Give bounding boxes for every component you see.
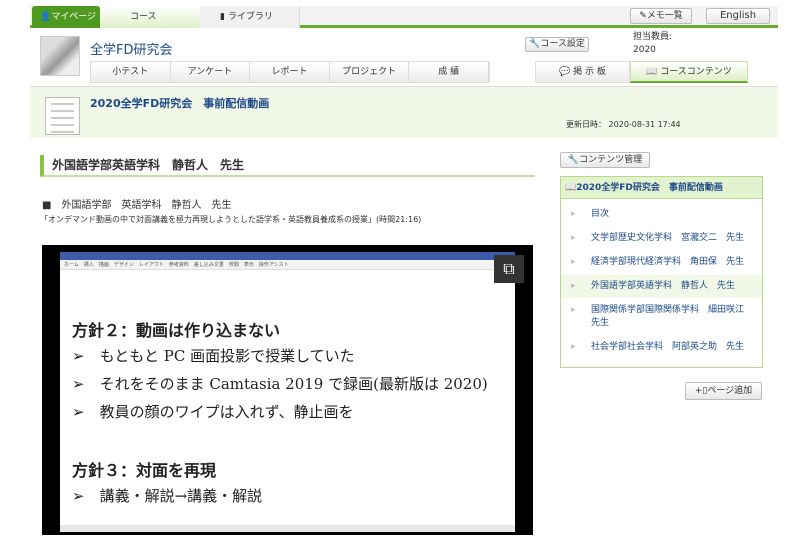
course-header: 全学FD研究会 🔧コース設定 担当教員: 2020 小テスト アンケート レポート… bbox=[30, 31, 778, 86]
updated-time: 更新日時： 2020-08-31 17:44 bbox=[566, 119, 681, 130]
video-frame: ホーム 挿入 描画 デザイン レイアウト 参考資料 差し込み文書 校閲 表示 操… bbox=[60, 252, 515, 532]
slide-line: ➢ もともと PC 画面投影で授業していた bbox=[72, 347, 355, 365]
course-settings-button[interactable]: 🔧コース設定 bbox=[525, 37, 589, 52]
memo-label: メモ一覧 bbox=[646, 11, 683, 21]
updated-value: 2020-08-31 17:44 bbox=[608, 120, 681, 129]
person-icon: 👤 bbox=[40, 12, 52, 22]
slide-line: ➢ 教員の顔のワイプは入れず、静止画を bbox=[72, 403, 354, 421]
tab-label: ライブラリ bbox=[227, 12, 273, 22]
sidebar-item[interactable]: 目次 bbox=[561, 203, 762, 226]
contents-label: コースコンテンツ bbox=[660, 67, 732, 77]
updated-label: 更新日時： bbox=[566, 120, 606, 129]
open-book-icon: 📖 bbox=[646, 67, 661, 77]
settings-label: コース設定 bbox=[540, 39, 585, 49]
nav-grades[interactable]: 成 績 bbox=[409, 62, 489, 82]
board-tab[interactable]: 💬 掲 示 板 bbox=[535, 61, 630, 83]
sidebar-item[interactable]: 国際関係学部国際関係学科 細田咲江 先生 bbox=[561, 299, 762, 335]
slide-line: 方針２：動画は作り込まない bbox=[72, 321, 281, 340]
chat-icon: 💬 bbox=[559, 67, 574, 77]
slide-line: ➢ それをそのまま Camtasia 2019 で録画(最新版は 2020) bbox=[72, 375, 488, 393]
tab-label: コース bbox=[130, 12, 157, 22]
sidebar-item-active[interactable]: 外国語学部英語学科 静哲人 先生 bbox=[561, 275, 762, 298]
book-icon: ▮ bbox=[220, 12, 228, 22]
slide-line: 方針３：対面を再現 bbox=[72, 461, 217, 480]
course-title[interactable]: 全学FD研究会 bbox=[90, 39, 173, 58]
nav-report[interactable]: レポート bbox=[250, 62, 330, 82]
sidebar-heading-label: 2020全学FD研究会 事前配信動画 bbox=[576, 183, 723, 193]
board-label: 掲 示 板 bbox=[573, 67, 606, 77]
sidebar-item[interactable]: 文学部歴史文化学科 宮瀧交二 先生 bbox=[561, 227, 762, 250]
tab-mypage[interactable]: 👤マイページ bbox=[32, 6, 100, 28]
teacher-info: 担当教員: 2020 bbox=[633, 31, 672, 57]
manage-label: コンテンツ管理 bbox=[579, 155, 643, 165]
page-title-band: 2020全学FD研究会 事前配信動画 更新日時： 2020-08-31 17:4… bbox=[30, 86, 778, 138]
wrench-icon: 🔧 bbox=[529, 39, 541, 49]
english-button[interactable]: English bbox=[706, 8, 770, 24]
sidebar-item[interactable]: 経済学部現代経済学科 角田保 先生 bbox=[561, 251, 762, 274]
tab-library[interactable]: ▮ ライブラリ bbox=[200, 6, 300, 28]
add-page-icon: +▯ bbox=[694, 386, 708, 396]
contents-sidebar: 📖2020全学FD研究会 事前配信動画 目次 文学部歴史文化学科 宮瀧交二 先生… bbox=[560, 176, 763, 368]
tab-label: マイページ bbox=[51, 12, 97, 22]
content-management-button[interactable]: 🔧コンテンツ管理 bbox=[560, 152, 650, 168]
memo-icon: ✎ bbox=[639, 11, 647, 21]
top-navbar: 👤マイページ コース ▮ ライブラリ ✎メモ一覧 English bbox=[30, 6, 778, 28]
window-titlebar bbox=[60, 252, 515, 260]
video-player[interactable]: ホーム 挿入 描画 デザイン レイアウト 参考資料 差し込み文書 校閲 表示 操… bbox=[42, 245, 533, 535]
document-icon bbox=[45, 97, 80, 135]
popout-icon[interactable]: ⧉ bbox=[494, 255, 524, 283]
subheading: ■ 外国語学部 英語学科 静哲人 先生 bbox=[42, 200, 232, 211]
slide-line: ➢ 講義・解説→講義・解説 bbox=[72, 487, 263, 505]
course-contents-tab[interactable]: 📖 コースコンテンツ bbox=[630, 61, 748, 83]
tab-course[interactable]: コース bbox=[100, 6, 200, 28]
open-book-icon: 📖 bbox=[565, 183, 577, 193]
nav-quiz[interactable]: 小テスト bbox=[91, 62, 171, 82]
ribbon: ホーム 挿入 描画 デザイン レイアウト 参考資料 差し込み文書 校閲 表示 操… bbox=[60, 260, 515, 270]
window-statusbar bbox=[60, 525, 515, 532]
teacher-value: 2020 bbox=[633, 45, 656, 55]
teacher-label: 担当教員: bbox=[633, 32, 673, 42]
memo-list-button[interactable]: ✎メモ一覧 bbox=[630, 8, 692, 24]
add-page-label: ページ追加 bbox=[707, 386, 753, 396]
nav-survey[interactable]: アンケート bbox=[171, 62, 251, 82]
wrench-icon: 🔧 bbox=[567, 155, 580, 165]
page-title: 2020全学FD研究会 事前配信動画 bbox=[90, 97, 270, 110]
sidebar-heading: 📖2020全学FD研究会 事前配信動画 bbox=[561, 177, 762, 199]
section-title: 外国語学部英語学科 静哲人 先生 bbox=[40, 155, 535, 177]
course-nav: 小テスト アンケート レポート プロジェクト 成 績 bbox=[90, 61, 490, 83]
sidebar-item[interactable]: 社会学部社会学科 阿部英之助 先生 bbox=[561, 336, 762, 359]
add-page-button[interactable]: +▯ページ追加 bbox=[685, 382, 762, 400]
course-logo bbox=[40, 36, 80, 76]
video-description: 「オンデマンド動画の中で対面講義を極力再現しようとした語学系・英語教員養成系の授… bbox=[40, 215, 422, 224]
nav-project[interactable]: プロジェクト bbox=[330, 62, 410, 82]
